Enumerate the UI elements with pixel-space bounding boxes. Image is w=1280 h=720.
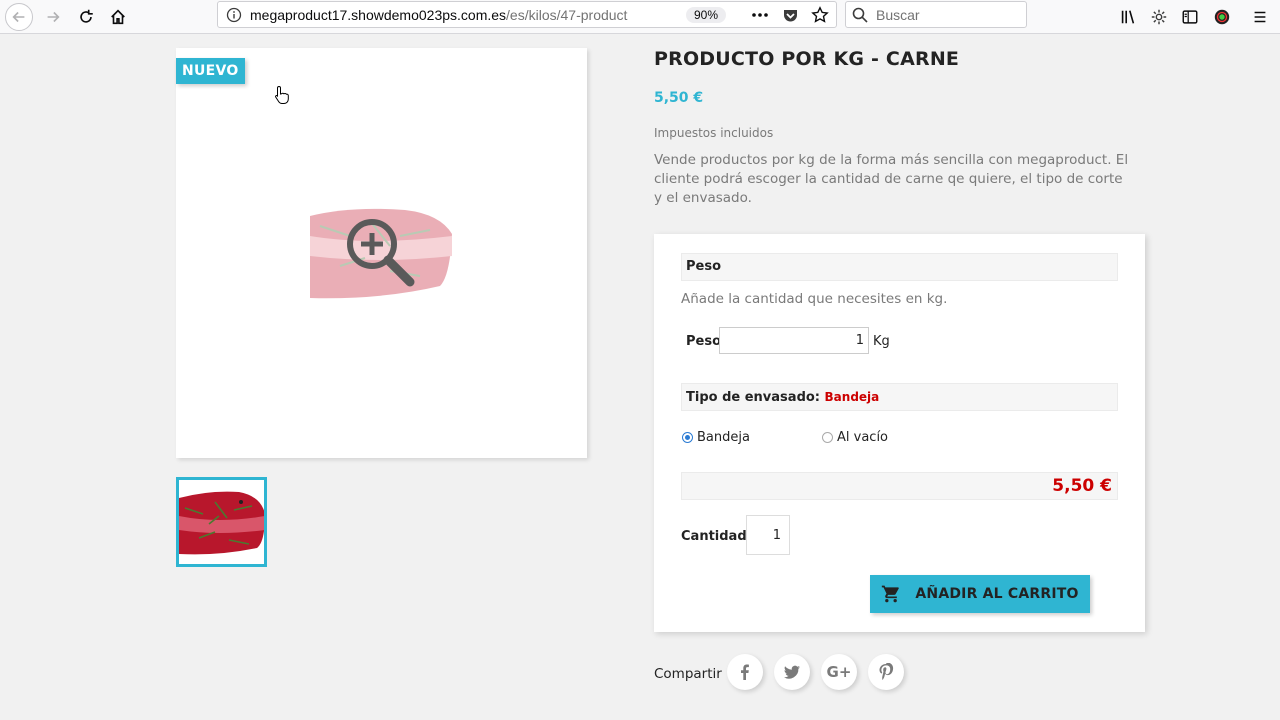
share-label: Compartir (654, 666, 722, 682)
packaging-option-label: Bandeja (697, 430, 750, 445)
weight-hint: Añade la cantidad que necesites en kg. (681, 291, 948, 307)
arrow-left-icon (12, 11, 25, 23)
pinterest-icon (879, 663, 894, 680)
add-to-cart-button[interactable]: AÑADIR AL CARRITO (870, 575, 1090, 613)
zoom-level[interactable]: 90% (686, 6, 727, 23)
library-button[interactable] (1114, 3, 1142, 31)
facebook-icon (741, 664, 749, 680)
weight-section-heading: Peso (681, 253, 1118, 281)
product-thumbnail[interactable] (176, 477, 267, 567)
reload-icon (80, 9, 93, 23)
profile-button[interactable] (1208, 3, 1236, 31)
browser-toolbar: megaproduct17.showdemo023ps.com.es/es/ki… (0, 0, 1280, 34)
new-badge: NUEVO (176, 58, 245, 84)
zoom-magnifier-icon[interactable] (344, 216, 416, 288)
product-description: Vende productos por kg de la forma más s… (654, 152, 1129, 206)
weight-heading-text: Peso (686, 259, 722, 274)
packaging-section-heading: Tipo de envasado: Bandeja (681, 383, 1118, 411)
share-google-plus-button[interactable]: G+ (821, 654, 857, 690)
quantity-label: Cantidad: (681, 529, 752, 544)
packaging-option-label: Al vacío (837, 430, 889, 445)
meat-thumbnail-image (179, 480, 264, 564)
forward-button[interactable] (39, 3, 67, 31)
bookmark-star-icon[interactable] (810, 5, 830, 25)
sidebar-button[interactable] (1176, 3, 1204, 31)
product-options-card: Peso Añade la cantidad que necesites en … (654, 234, 1145, 632)
url-bar[interactable]: megaproduct17.showdemo023ps.com.es/es/ki… (217, 1, 837, 28)
back-button[interactable] (5, 3, 33, 31)
menu-button[interactable] (1246, 3, 1274, 31)
share-facebook-button[interactable] (727, 654, 763, 690)
weight-unit: Kg (873, 334, 890, 349)
more-actions-icon[interactable] (750, 5, 770, 25)
home-icon (111, 9, 125, 25)
google-plus-icon: G+ (826, 663, 852, 681)
gear-icon (1151, 9, 1167, 25)
url-text[interactable]: megaproduct17.showdemo023ps.com.es/es/ki… (250, 7, 680, 23)
home-button[interactable] (104, 3, 132, 31)
extension-button[interactable] (1145, 3, 1173, 31)
avatar-icon (1214, 9, 1230, 25)
product-price: 5,50 € (654, 90, 704, 106)
arrow-right-icon (47, 11, 60, 23)
total-price: 5,50 € (681, 472, 1118, 500)
pocket-icon[interactable] (780, 5, 800, 25)
library-icon (1121, 10, 1135, 24)
url-path: /es/kilos/47-product (506, 6, 628, 23)
search-input[interactable] (876, 6, 1016, 23)
tax-info: Impuestos incluidos (654, 126, 774, 140)
shopping-cart-icon (882, 585, 900, 603)
packaging-heading-text: Tipo de envasado: (686, 390, 820, 405)
quantity-input[interactable] (746, 515, 790, 555)
share-twitter-button[interactable] (774, 654, 810, 690)
packaging-selected-value: Bandeja (824, 390, 880, 404)
radio-unchecked-icon[interactable] (822, 432, 833, 443)
twitter-icon (784, 665, 800, 679)
info-icon[interactable] (218, 7, 250, 23)
weight-input[interactable] (719, 327, 869, 354)
radio-checked-icon[interactable] (682, 432, 693, 443)
product-title: PRODUCTO POR KG - CARNE (654, 48, 960, 70)
share-pinterest-button[interactable] (868, 654, 904, 690)
add-to-cart-label: AÑADIR AL CARRITO (915, 586, 1079, 602)
packaging-option-al-vacio[interactable]: Al vacío (822, 430, 888, 445)
sidebar-icon (1182, 10, 1198, 24)
reload-button[interactable] (72, 3, 100, 31)
url-domain: megaproduct17.showdemo023ps.com.es (250, 6, 507, 23)
search-bar[interactable] (845, 1, 1027, 28)
hand-cursor-icon (275, 85, 289, 104)
weight-label: Peso (686, 334, 722, 349)
packaging-option-bandeja[interactable]: Bandeja (682, 430, 750, 445)
hamburger-menu-icon (1254, 11, 1266, 23)
search-icon (852, 7, 868, 23)
